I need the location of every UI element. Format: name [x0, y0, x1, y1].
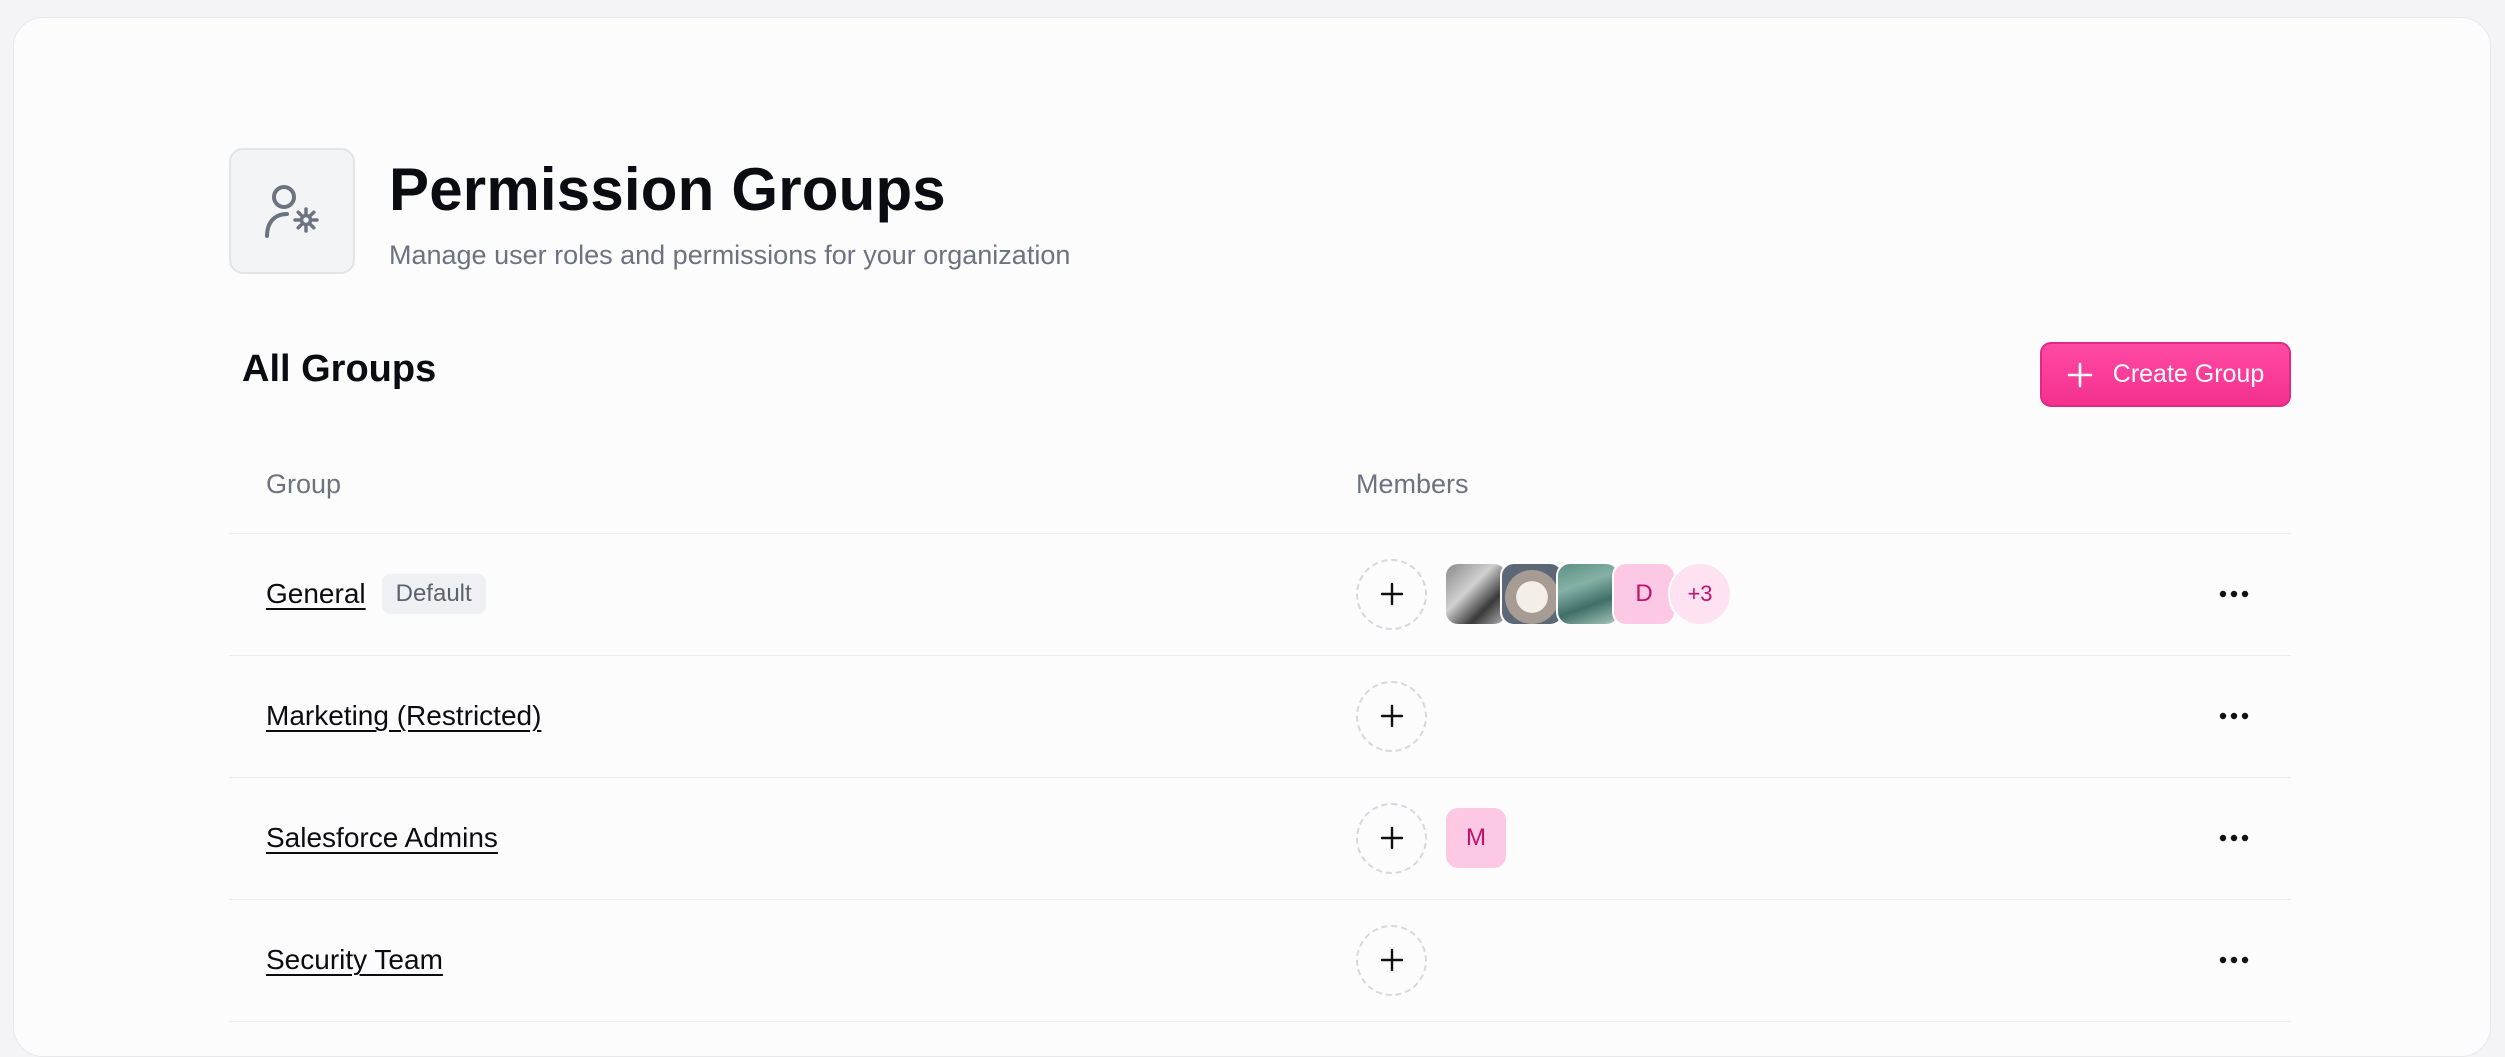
plus-icon [1380, 704, 1403, 728]
group-cell: General Default [266, 534, 486, 654]
group-name-link[interactable]: Security Team [266, 944, 443, 976]
group-cell: Salesforce Admins [266, 778, 498, 898]
create-group-label: Create Group [2112, 360, 2265, 388]
add-member-button[interactable] [1356, 802, 1427, 874]
more-options-icon[interactable] [2217, 943, 2251, 977]
more-options-icon[interactable] [2217, 577, 2251, 611]
member-avatars: D +3 [1444, 562, 1732, 626]
column-header-group: Group [266, 469, 342, 499]
members-cell: M [1356, 778, 1508, 898]
more-options-icon[interactable] [2217, 699, 2251, 733]
page-header: Permission Groups Manage user roles and … [229, 146, 2291, 276]
default-badge: Default [381, 574, 486, 614]
plus-icon [1380, 948, 1403, 972]
add-member-button[interactable] [1356, 558, 1427, 630]
table-row: Salesforce Admins M [229, 778, 2291, 900]
group-name-link[interactable]: Salesforce Admins [266, 822, 498, 854]
main-card: Permission Groups Manage user roles and … [13, 17, 2491, 1057]
avatar[interactable] [1500, 562, 1564, 626]
plus-icon [1380, 826, 1403, 850]
header-text: Permission Groups Manage user roles and … [389, 154, 1070, 269]
column-header-members: Members [1356, 469, 1469, 499]
plus-icon [2067, 362, 2093, 387]
user-gear-icon [229, 148, 355, 274]
add-member-button[interactable] [1356, 924, 1427, 996]
add-member-button[interactable] [1356, 680, 1427, 752]
members-cell: D +3 [1356, 534, 1732, 654]
avatar-initial[interactable]: M [1444, 806, 1508, 870]
section-header: All Groups Create Group [229, 332, 2291, 407]
table-row: Marketing (Restricted) [229, 656, 2291, 778]
create-group-button[interactable]: Create Group [2040, 342, 2291, 407]
section-title: All Groups [242, 348, 437, 390]
table-row: General Default D +3 [229, 534, 2291, 656]
group-cell: Security Team [266, 900, 443, 1020]
table-header: Group Members [229, 436, 2291, 534]
more-members-badge[interactable]: +3 [1668, 562, 1732, 626]
table-row: Security Team [229, 900, 2291, 1022]
group-cell: Marketing (Restricted) [266, 656, 541, 776]
group-name-link[interactable]: Marketing (Restricted) [266, 700, 541, 732]
groups-table: Group Members General Default D +3 Marke… [229, 436, 2291, 1022]
plus-icon [1380, 582, 1403, 606]
members-cell [1356, 656, 1427, 776]
more-options-icon[interactable] [2217, 821, 2251, 855]
avatar[interactable] [1444, 562, 1508, 626]
avatar[interactable] [1556, 562, 1620, 626]
page-content: Permission Groups Manage user roles and … [229, 146, 2291, 1022]
group-name-link[interactable]: General [266, 578, 366, 610]
members-cell [1356, 900, 1427, 1020]
page-subtitle: Manage user roles and permissions for yo… [389, 239, 1071, 270]
avatar-initial[interactable]: D [1612, 562, 1676, 626]
member-avatars: M [1444, 806, 1508, 870]
page-title: Permission Groups [389, 155, 946, 223]
